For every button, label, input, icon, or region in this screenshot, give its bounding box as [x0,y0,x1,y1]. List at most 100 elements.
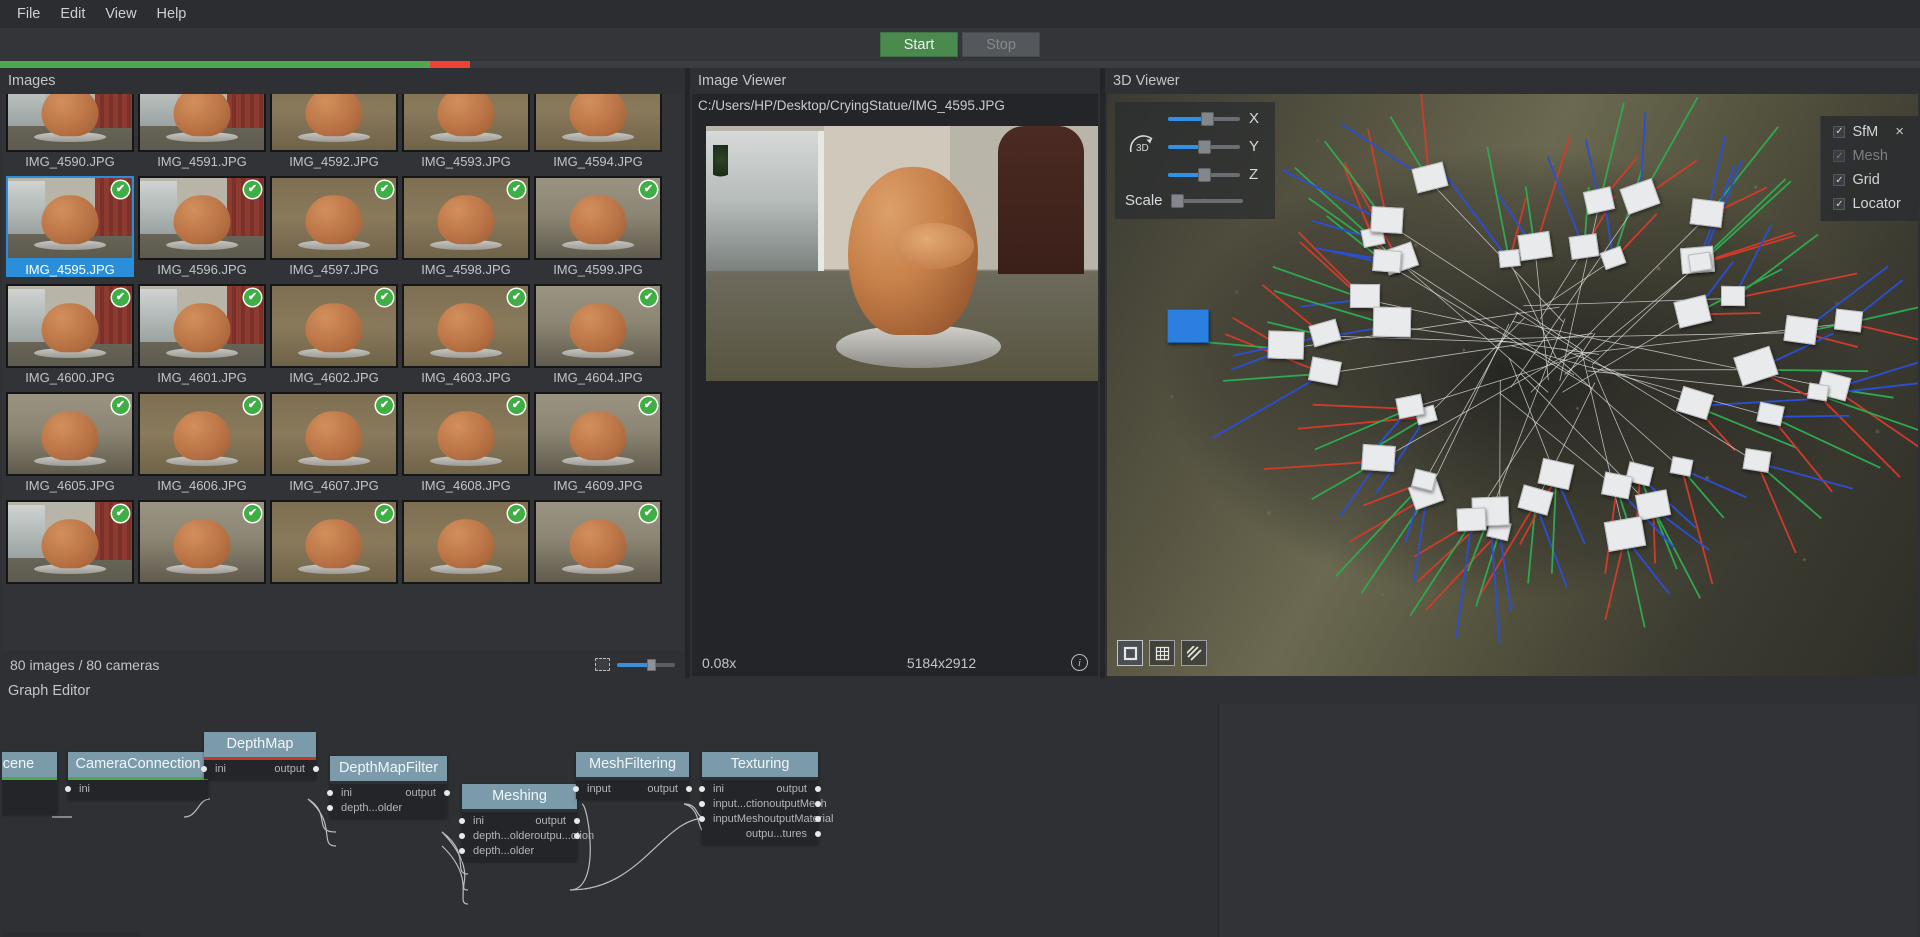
graph-node[interactable]: MeshFiltering input output [576,752,689,799]
thumbnail-filename [402,584,530,586]
graph-node-input-port[interactable]: ini [74,783,90,795]
image-thumbnail[interactable]: ✔IMG_4596.JPG [138,176,266,277]
image-thumbnail[interactable]: ✔ [402,500,530,586]
graph-node-input-port[interactable]: input [582,783,611,795]
graph-node-input-port[interactable]: inputMesh [708,813,764,825]
image-thumbnail[interactable]: ✔ [6,500,134,586]
layer-toggle-mesh[interactable]: ✓Mesh [1833,148,1904,164]
graph-node-title[interactable]: CameraConnection [68,752,208,777]
graph-node-output-port[interactable]: outputMaterial [764,813,839,825]
graph-node[interactable]: Meshing ini outputdepth...olderoutpu...cti… [462,784,577,861]
thumbnail-filename [270,584,398,586]
rotation-slider-z[interactable] [1168,173,1240,177]
graph-node-input-port[interactable]: depth...older [336,802,402,814]
image-thumbnail[interactable]: ✔IMG_4595.JPG [6,176,134,277]
image-thumbnail[interactable]: ✔IMG_4603.JPG [402,284,530,385]
image-thumbnail[interactable]: ✔ [138,500,266,586]
port-dot-icon [444,790,450,796]
layer-toggle-locator[interactable]: ✓Locator [1833,196,1904,212]
thumbnail-filename: IMG_4597.JPG [270,260,398,277]
menu-item-file[interactable]: File [8,3,49,25]
image-thumbnail[interactable]: IMG_4590.JPG [6,94,134,169]
graph-node[interactable]: DepthMapFilter ini outputdepth...older [330,756,447,818]
graph-node[interactable]: DepthMap ini output [204,732,316,779]
graph-node-title[interactable]: MeshFiltering [576,752,689,777]
image-thumbnail[interactable]: IMG_4592.JPG [270,94,398,169]
graph-node-output-port[interactable]: output [405,787,441,799]
thumbnail-filename: IMG_4591.JPG [138,152,266,169]
graph-node-input-port[interactable]: input...ction [708,798,769,810]
graph-node-output-port[interactable]: outpu...ction [534,830,599,842]
image-thumbnail[interactable]: ✔IMG_4597.JPG [270,176,398,277]
graph-node-title[interactable]: DepthMapFilter [330,756,447,781]
display-mode-grid-icon[interactable] [1149,640,1175,666]
graph-node-title[interactable]: Meshing [462,784,577,809]
display-mode-wireframe-icon[interactable] [1181,640,1207,666]
rotation-axis-x[interactable]: X [1168,110,1261,127]
close-icon[interactable]: × [1895,123,1904,140]
menu-item-edit[interactable]: Edit [51,3,94,25]
image-thumbnail[interactable]: ✔IMG_4605.JPG [6,392,134,493]
port-dot-icon [201,766,207,772]
graph-node-input-port[interactable]: ini [708,783,724,795]
images-thumbnail-area[interactable]: IMG_4590.JPGIMG_4591.JPGIMG_4592.JPGIMG_… [2,94,683,651]
image-thumbnail[interactable]: ✔IMG_4604.JPG [534,284,662,385]
display-mode-solid-icon[interactable] [1117,640,1143,666]
image-thumbnail[interactable]: ✔IMG_4606.JPG [138,392,266,493]
rotation-axis-y[interactable]: Y [1168,138,1261,155]
layer-checkbox[interactable]: ✓ [1833,150,1845,162]
image-thumbnail[interactable]: ✔IMG_4602.JPG [270,284,398,385]
image-thumbnail[interactable]: IMG_4594.JPG [534,94,662,169]
graph-node-input-port[interactable]: depth...older [468,845,534,857]
thumbnail-size-control[interactable] [595,658,675,671]
layer-toggle-sfm[interactable]: ✓SfM× [1833,123,1904,140]
graph-node-output-port[interactable]: output [776,783,812,795]
image-thumbnail[interactable]: ✔IMG_4601.JPG [138,284,266,385]
graph-node-input-port[interactable]: ini [336,787,352,799]
image-thumbnail[interactable]: IMG_4591.JPG [138,94,266,169]
rotation-slider-y[interactable] [1168,145,1240,149]
graph-node-title[interactable]: nseScene [2,752,57,777]
image-thumbnail[interactable]: IMG_4593.JPG [402,94,530,169]
graph-node-output-port[interactable]: output [647,783,683,795]
image-thumbnail[interactable]: ✔ [270,500,398,586]
layer-checkbox[interactable]: ✓ [1833,198,1845,210]
image-thumbnail[interactable]: ✔IMG_4598.JPG [402,176,530,277]
viewer-3d-canvas[interactable]: 3D XYZ Scale ✓SfM× ✓Mesh ✓Grid ✓Locator [1107,94,1918,676]
menu-item-help[interactable]: Help [148,3,196,25]
scale-slider[interactable] [1171,199,1243,203]
image-thumbnail[interactable]: ✔ [534,500,662,586]
rotate-3d-icon[interactable]: 3D [1125,130,1159,164]
graph-node-output-port[interactable]: output [274,763,310,775]
graph-node-output-port[interactable]: outputMesh [769,798,831,810]
graph-node-title[interactable]: Texturing [702,752,818,777]
graph-node[interactable]: CameraConnection ini [68,752,208,799]
graph-node-output-port[interactable]: outpu...tures [746,828,812,840]
graph-node-input-port[interactable]: ini [468,815,484,827]
image-thumbnail[interactable]: ✔IMG_4600.JPG [6,284,134,385]
graph-node[interactable]: nseSceneinioutput [2,752,57,814]
info-icon[interactable]: i [1071,654,1088,671]
graph-node-port-row: depth...olderoutpu...ction [462,828,577,843]
scale-control[interactable]: Scale [1125,192,1261,209]
menu-item-view[interactable]: View [96,3,145,25]
graph-node[interactable]: Texturinginioutputinput...ctionoutputMes… [702,752,818,844]
layer-checkbox[interactable]: ✓ [1833,126,1845,138]
graph-node-output-port[interactable]: output [535,815,571,827]
image-viewer-canvas[interactable] [692,116,1098,649]
layer-toggle-grid[interactable]: ✓Grid [1833,172,1904,188]
image-thumbnail[interactable]: ✔IMG_4607.JPG [270,392,398,493]
graph-node-title[interactable]: DepthMap [204,732,316,757]
layer-checkbox[interactable]: ✓ [1833,174,1845,186]
graph-editor-canvas[interactable]: nseSceneinioutputCameraConnectioniniDept… [2,704,1918,937]
image-thumbnail[interactable]: ✔IMG_4609.JPG [534,392,662,493]
stop-button[interactable]: Stop [962,32,1040,57]
start-button[interactable]: Start [880,32,958,57]
image-thumbnail[interactable]: ✔IMG_4599.JPG [534,176,662,277]
graph-node-input-port[interactable]: depth...older [468,830,534,842]
rotation-axis-z[interactable]: Z [1168,166,1261,183]
graph-node-input-port[interactable]: ini [210,763,226,775]
image-thumbnail[interactable]: ✔IMG_4608.JPG [402,392,530,493]
thumbnail-size-slider[interactable] [617,663,675,667]
rotation-slider-x[interactable] [1168,117,1240,121]
